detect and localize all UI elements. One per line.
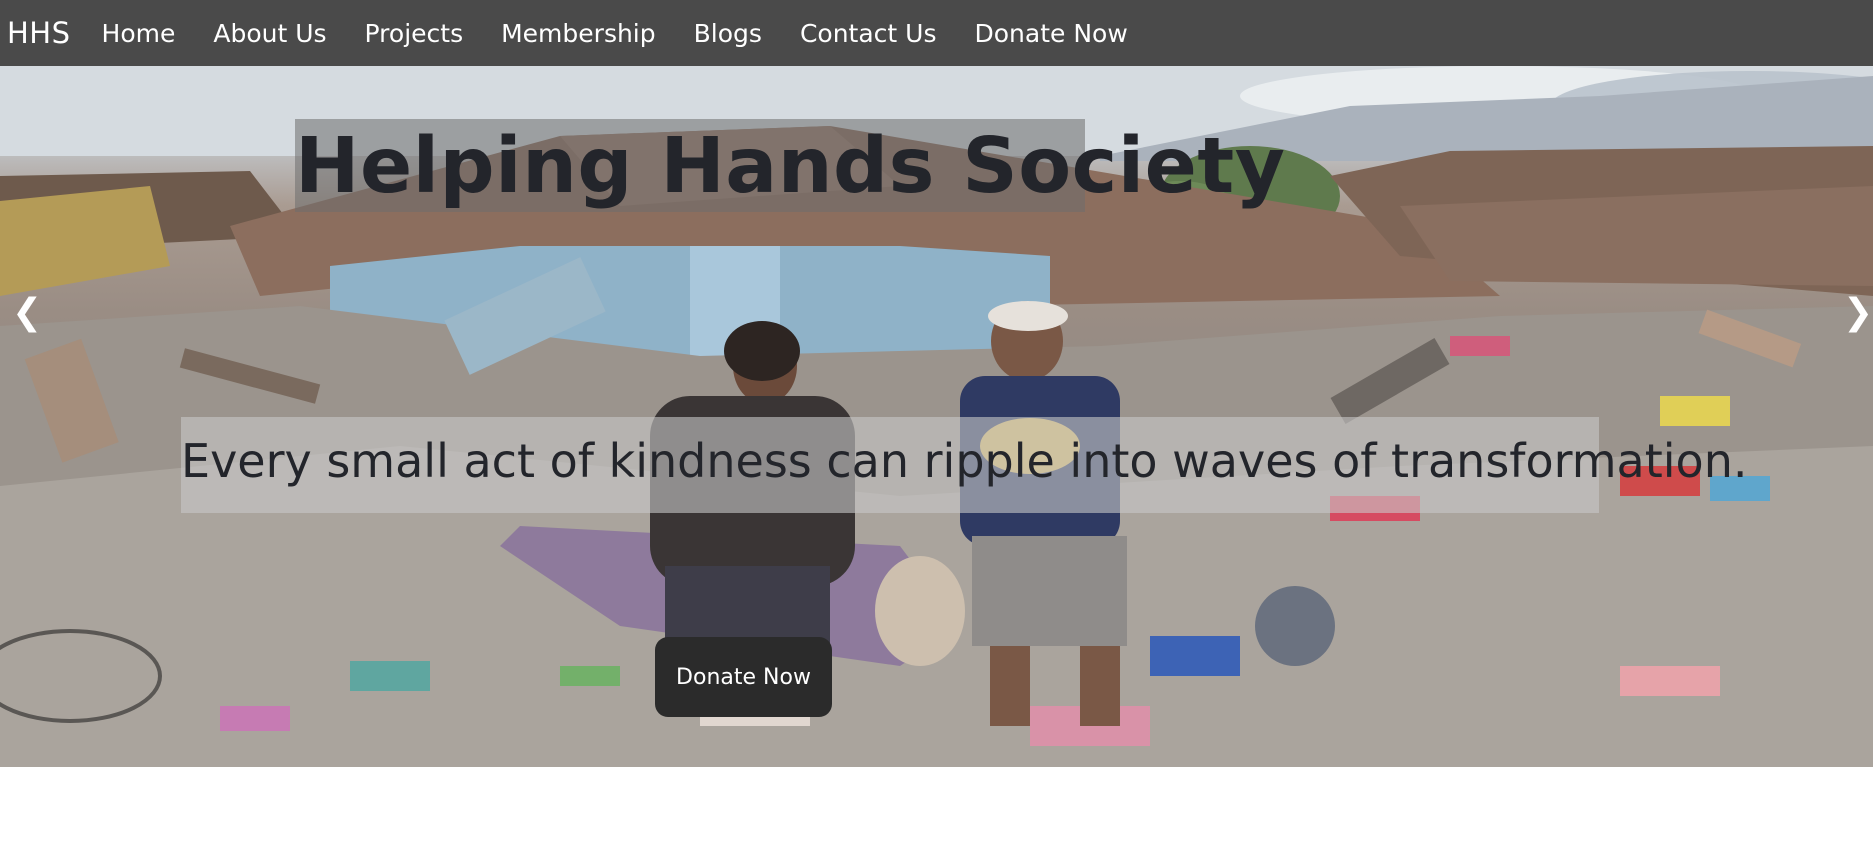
carousel-next-icon[interactable]: ❯ xyxy=(1843,292,1873,333)
top-navbar: HHS Home About Us Projects Membership Bl… xyxy=(0,0,1873,66)
hero-tagline: Every small act of kindness can ripple i… xyxy=(181,434,1748,488)
nav-link-about-us[interactable]: About Us xyxy=(213,19,326,48)
hero-carousel: Helping Hands Society Every small act of… xyxy=(0,66,1873,767)
brand-logo[interactable]: HHS xyxy=(7,16,71,50)
nav-links: Home About Us Projects Membership Blogs … xyxy=(102,19,1166,48)
nav-link-home[interactable]: Home xyxy=(102,19,176,48)
carousel-prev-icon[interactable]: ❮ xyxy=(12,292,42,333)
hero-title: Helping Hands Society xyxy=(295,122,1286,211)
donate-now-button[interactable]: Donate Now xyxy=(655,637,832,717)
nav-link-donate-now[interactable]: Donate Now xyxy=(974,19,1127,48)
nav-link-blogs[interactable]: Blogs xyxy=(694,19,762,48)
nav-link-projects[interactable]: Projects xyxy=(365,19,464,48)
nav-link-membership[interactable]: Membership xyxy=(501,19,656,48)
nav-link-contact-us[interactable]: Contact Us xyxy=(800,19,937,48)
